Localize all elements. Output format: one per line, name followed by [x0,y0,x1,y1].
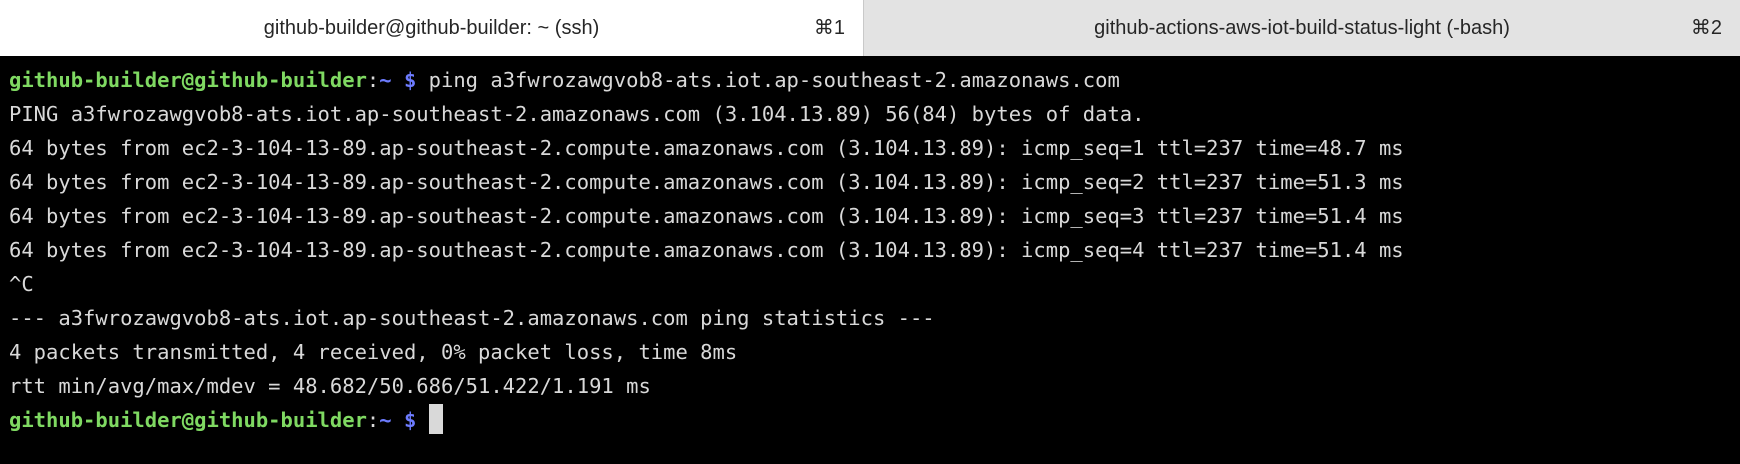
prompt-path: ~ $ [379,68,417,92]
tab-title: github-actions-aws-iot-build-status-ligh… [1094,16,1510,39]
output-line: 64 bytes from ec2-3-104-13-89.ap-southea… [9,238,1404,262]
output-line: 64 bytes from ec2-3-104-13-89.ap-southea… [9,170,1404,194]
prompt-separator: : [366,68,380,92]
tab-title: github-builder@github-builder: ~ (ssh) [263,16,600,39]
tab-shortcut: ⌘1 [813,17,845,39]
command-text: ping a3fwrozawgvob8-ats.iot.ap-southeast… [416,68,1120,92]
terminal-window: github-builder@github-builder: ~ (ssh) ⌘… [0,0,1740,464]
output-line: ^C [9,272,34,296]
output-line: 64 bytes from ec2-3-104-13-89.ap-southea… [9,136,1404,160]
output-line: --- a3fwrozawgvob8-ats.iot.ap-southeast-… [9,306,935,330]
output-line: rtt min/avg/max/mdev = 48.682/50.686/51.… [9,374,651,398]
prompt-separator: : [366,408,380,432]
tab-bar: github-builder@github-builder: ~ (ssh) ⌘… [0,0,1740,56]
output-line: 64 bytes from ec2-3-104-13-89.ap-southea… [9,204,1404,228]
tab-shortcut: ⌘2 [1690,17,1722,39]
output-line: 4 packets transmitted, 4 received, 0% pa… [9,340,738,364]
prompt-line[interactable]: github-builder@github-builder:~ $ [9,403,1740,437]
prompt-user-host: github-builder@github-builder [9,68,367,92]
prompt-user-host: github-builder@github-builder [9,408,367,432]
command-line: github-builder@github-builder:~ $ ping a… [9,63,1740,97]
prompt-path: ~ $ [379,408,417,432]
terminal-output[interactable]: github-builder@github-builder:~ $ ping a… [0,56,1740,464]
output-line: PING a3fwrozawgvob8-ats.iot.ap-southeast… [9,102,1145,126]
text-cursor [428,404,443,434]
tab-bash-session[interactable]: github-actions-aws-iot-build-status-ligh… [863,0,1740,56]
tab-ssh-session[interactable]: github-builder@github-builder: ~ (ssh) ⌘… [0,0,863,56]
